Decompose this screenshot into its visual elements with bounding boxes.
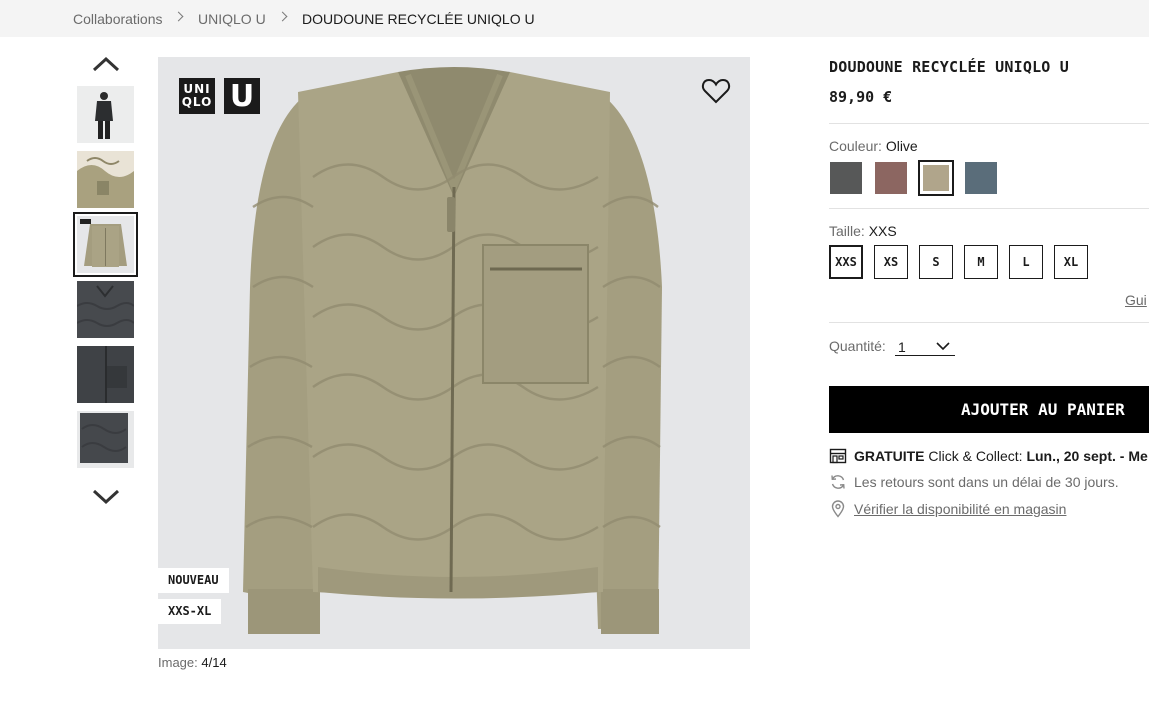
divider: [829, 208, 1149, 209]
image-counter-value: 4/14: [201, 655, 227, 670]
location-pin-icon: [831, 500, 845, 518]
thumbnails-down-button[interactable]: [92, 489, 120, 509]
image-counter-label: Image:: [158, 655, 198, 670]
color-swatch-olive[interactable]: [918, 160, 954, 196]
image-counter: Image: 4/14: [158, 655, 227, 670]
free-label: GRATUITE: [854, 448, 925, 464]
swatch-chip: [965, 162, 997, 194]
product-price: 89,90 €: [829, 88, 893, 106]
click-collect-info: GRATUITE Click & Collect: Lun., 20 sept.…: [829, 447, 1148, 465]
product-title: DOUDOUNE RECYCLÉE UNIQLO U: [829, 58, 1069, 76]
color-swatch-dark-gray[interactable]: [828, 160, 864, 196]
store-icon: [829, 448, 847, 464]
delivery-date: Lun., 20 sept. - Me: [1026, 448, 1148, 464]
thumbnails-up-button[interactable]: [92, 56, 120, 76]
size-guide-link[interactable]: Gui: [1125, 292, 1147, 308]
color-swatch-blue[interactable]: [963, 160, 999, 196]
refresh-icon: [831, 475, 845, 489]
quantity-select[interactable]: 1: [895, 338, 955, 356]
thumbnail-4[interactable]: [77, 281, 134, 338]
wishlist-button[interactable]: [700, 75, 732, 107]
swatch-chip: [875, 162, 907, 194]
size-selected-value: XXS: [868, 223, 897, 239]
heart-icon: [701, 78, 731, 104]
chevron-right-icon: [277, 11, 288, 22]
color-swatch-brown[interactable]: [873, 160, 909, 196]
quantity-value: 1: [898, 339, 906, 355]
size-option-l[interactable]: L: [1009, 245, 1043, 279]
uniqlo-logo: UNI QLO: [179, 78, 215, 114]
swatch-chip: [830, 162, 862, 194]
color-label: Couleur: Olive: [829, 138, 918, 154]
breadcrumb-current-product: DOUDOUNE RECYCLÉE UNIQLO U: [302, 11, 535, 27]
size-option-m[interactable]: M: [964, 245, 998, 279]
chevron-down-icon: [936, 342, 950, 351]
color-label-text: Couleur:: [829, 138, 882, 154]
quantity-label: Quantité:: [829, 338, 886, 354]
returns-text: Les retours sont dans un délai de 30 jou…: [854, 474, 1119, 490]
chevron-up-icon: [92, 56, 120, 72]
thumbnail-2[interactable]: [77, 151, 134, 208]
size-range-badge: XXS-XL: [158, 599, 222, 624]
returns-info: Les retours sont dans un délai de 30 jou…: [829, 473, 1119, 491]
divider: [829, 322, 1149, 323]
new-badge: NOUVEAU: [158, 568, 229, 593]
chevron-right-icon: [173, 11, 184, 22]
thumbnail-6[interactable]: [77, 411, 134, 468]
thumbnail-5[interactable]: [77, 346, 134, 403]
store-availability-row: Vérifier la disponibilité en magasin: [829, 500, 1066, 518]
add-to-cart-button[interactable]: AJOUTER AU PANIER: [829, 386, 1149, 433]
uniqlo-u-logo: U: [224, 78, 260, 114]
size-option-xs[interactable]: XS: [874, 245, 908, 279]
size-option-xxs[interactable]: XXS: [829, 245, 863, 279]
breadcrumb-uniqlo-u[interactable]: UNIQLO U: [198, 11, 266, 27]
divider: [829, 123, 1149, 124]
swatch-chip: [923, 165, 949, 191]
color-selected-value: Olive: [885, 138, 918, 154]
main-product-image[interactable]: UNI QLO U NOUVEAU XXS-XL: [158, 57, 750, 649]
size-label-text: Taille:: [829, 223, 865, 239]
chevron-down-icon: [92, 489, 120, 505]
click-collect-label: Click & Collect:: [928, 448, 1023, 464]
size-option-s[interactable]: S: [919, 245, 953, 279]
thumbnail-3[interactable]: [73, 212, 138, 277]
check-store-availability-link[interactable]: Vérifier la disponibilité en magasin: [854, 501, 1066, 517]
size-label: Taille: XXS: [829, 223, 897, 239]
thumbnail-1[interactable]: [77, 86, 134, 143]
jacket-image: [243, 67, 662, 634]
breadcrumb: Collaborations UNIQLO U DOUDOUNE RECYCLÉ…: [0, 0, 1149, 37]
thumbnail-7[interactable]: [77, 476, 134, 482]
breadcrumb-collaborations[interactable]: Collaborations: [73, 11, 163, 27]
size-option-xl[interactable]: XL: [1054, 245, 1088, 279]
